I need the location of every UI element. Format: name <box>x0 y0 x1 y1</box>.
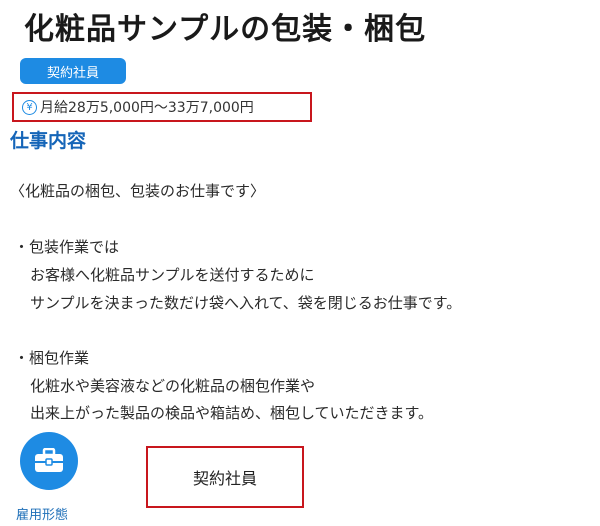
job-line-boxing-detail-1: 化粧水や美容液などの化粧品の梱包作業や <box>30 377 316 395</box>
job-line-boxing-title: ・梱包作業 <box>14 349 90 367</box>
page-title: 化粧品サンプルの包装・梱包 <box>24 12 427 47</box>
job-line-packaging-detail-1: お客様へ化粧品サンプルを送付するために <box>30 266 315 284</box>
briefcase-icon <box>20 432 78 490</box>
job-line-intro: 〈化粧品の梱包、包装のお仕事です〉 <box>10 182 266 200</box>
job-line-packaging-detail-2: サンプルを決まった数だけ袋へ入れて、袋を閉じるお仕事です。 <box>30 294 462 312</box>
employment-type-section: 雇用形態 <box>0 428 150 526</box>
job-line-boxing-detail-2: 出来上がった製品の検品や箱詰め、梱包していただきます。 <box>30 404 434 422</box>
employment-type-value: 契約社員 <box>146 446 304 508</box>
salary-text: 月給28万5,000円〜33万7,000円 <box>40 100 254 116</box>
salary-box: ¥ 月給28万5,000円〜33万7,000円 <box>12 92 312 122</box>
employment-type-label: 雇用形態 <box>16 508 69 523</box>
job-line-packaging-title: ・包装作業では <box>14 238 120 256</box>
yen-icon: ¥ <box>22 99 37 115</box>
job-description-heading: 仕事内容 <box>10 130 87 152</box>
employment-type-badge: 契約社員 <box>20 58 126 84</box>
